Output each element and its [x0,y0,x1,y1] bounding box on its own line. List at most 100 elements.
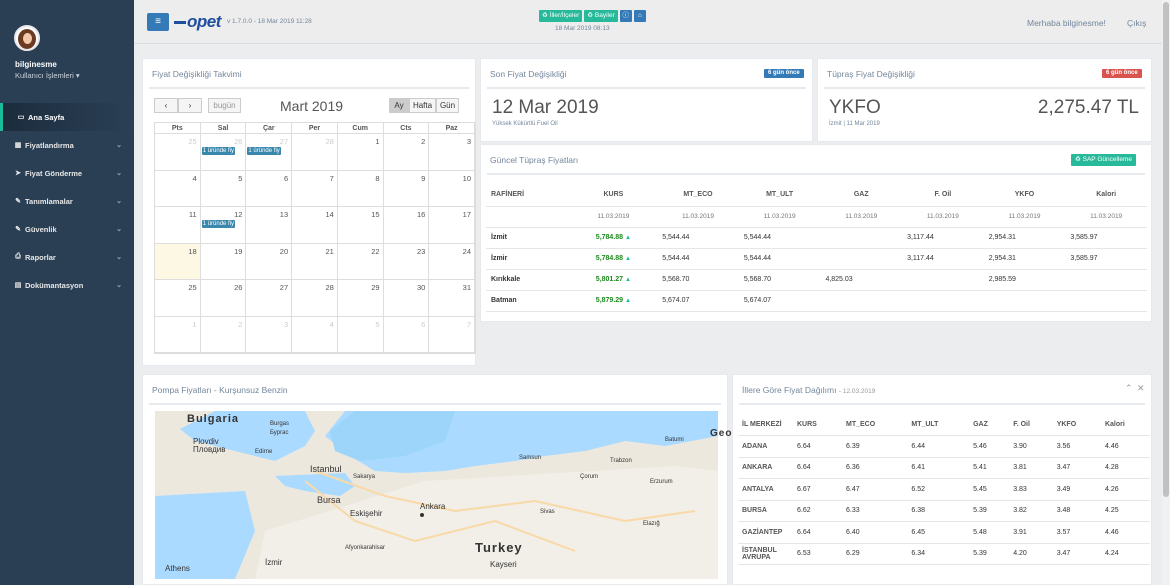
calendar-day[interactable]: 25 [155,280,201,316]
calendar-day[interactable]: 18 [155,243,201,279]
calendar-day[interactable]: 9 [384,170,430,206]
calendar-day-number: 7 [466,319,471,329]
user-ops-menu[interactable]: Kullanıcı İşlemleri ▾ [15,71,80,80]
calendar-day-number: 14 [325,210,334,219]
column-header[interactable]: KURS [793,414,842,436]
column-header[interactable]: MT_ECO [841,414,908,436]
calendar-day[interactable]: 7 [429,316,475,352]
column-header[interactable]: KURS [569,184,658,207]
calendar-day[interactable]: 29 [338,280,384,316]
sidebar-item-fiyat-gonderme[interactable]: ➤ Fiyat Gönderme ⌄ [0,159,134,187]
calendar-day[interactable]: 30 [384,280,430,316]
sidebar-item-raporlar[interactable]: ⎙ Raporlar ⌄ [0,243,134,271]
table-cell: 6.45 [907,521,970,544]
iller-button[interactable]: ♻ İller/İlçeler [539,10,583,22]
table-cell: 3.82 [1009,500,1053,522]
calendar-day[interactable]: 4 [292,316,338,352]
home-button[interactable]: ⌂ [633,10,646,22]
calendar-day[interactable]: 2 [201,316,247,352]
calendar-day[interactable]: 28 [292,280,338,316]
chevron-down-icon: ⌄ [116,142,122,149]
calendar-day[interactable]: 7 [292,170,338,206]
logout-link[interactable]: Çıkış [1127,18,1146,28]
today-button[interactable]: bugün [208,98,241,113]
collapse-icon[interactable]: ⌃ [1125,383,1133,394]
calendar-day[interactable]: 1 [155,316,201,352]
calendar-day[interactable]: 17 [429,207,475,243]
calendar-day[interactable]: 15 [338,207,384,243]
bayiler-button[interactable]: ♻ Bayiler [584,10,618,22]
calendar-day[interactable]: 11 [155,207,201,243]
column-header[interactable]: F. Oil [902,184,984,207]
pump-prices-map[interactable] [155,411,718,579]
column-header[interactable]: Kalori [1100,414,1150,436]
prev-month-button[interactable]: ‹ [154,98,178,113]
calendar-day[interactable]: 2 [384,134,430,170]
calendar-day[interactable]: 14 [292,207,338,243]
calendar-day[interactable]: 21 [292,243,338,279]
column-header[interactable]: İL MERKEZİ [738,414,793,436]
month-view-button[interactable]: Ay [389,98,409,113]
sidebar-item-dokumantasyon[interactable]: ▤ Dokümantasyon ⌄ [0,271,134,299]
column-header[interactable]: YKFO [1052,414,1101,436]
calendar-day[interactable]: 8 [338,170,384,206]
close-icon[interactable]: ✕ [1137,383,1145,394]
calendar-day[interactable]: 5 [338,316,384,352]
calendar-day[interactable]: 6 [246,170,293,206]
calendar-day[interactable]: 27 1 üründe fiy [246,134,293,170]
sidebar-item-fiyatlandirma[interactable]: ▦ Fiyatlandırma ⌄ [0,131,134,159]
column-header[interactable]: RAFİNERİ [486,184,570,207]
sidebar-item-tanimlamalar[interactable]: ✎ Tanımlamalar ⌄ [0,187,134,215]
table-cell [820,227,903,249]
menu-toggle-button[interactable]: ≡ [147,13,169,31]
sidebar-item-guvenlik[interactable]: ✎ Güvenlik ⌄ [0,215,134,243]
last-price-change-panel: Son Fiyat Değişikliği 6 gün önce 12 Mar … [480,58,813,142]
calendar-day[interactable]: 25 [155,134,201,170]
column-header[interactable]: MT_ULT [907,414,970,436]
calendar-day[interactable]: 16 [384,207,430,243]
avatar[interactable] [14,25,40,51]
calendar-day[interactable]: 20 [246,243,293,279]
sidebar-item-label: Fiyatlandırma [25,140,74,150]
calendar-day[interactable]: 27 [246,280,293,316]
calendar-day[interactable]: 28 [292,134,338,170]
calendar-event[interactable]: 1 üründe fiy [247,147,281,155]
calendar-day[interactable]: 26 1 üründe fiy [201,134,247,170]
calendar-day[interactable]: 10 [429,170,475,206]
sap-update-button[interactable]: ♻ SAP Güncelleme [1071,154,1137,166]
column-header[interactable]: GAZ [969,414,1010,436]
calendar-day[interactable]: 1 [338,134,384,170]
sidebar-item-ana-sayfa[interactable]: ▭ Ana Sayfa [0,103,134,131]
page-scrollbar[interactable] [1162,0,1170,585]
calendar-day[interactable]: 24 [429,243,475,279]
calendar-event[interactable]: 1 üründe fiy [201,147,236,155]
next-month-button[interactable]: › [178,98,202,113]
calendar-day[interactable]: 13 [246,207,293,243]
column-header[interactable]: YKFO [983,184,1066,207]
table-cell: 6.36 [841,457,908,479]
calendar-day[interactable]: 5 [201,170,247,206]
calendar-day[interactable]: 22 [338,243,384,279]
calendar-week: 25 26 1 üründe fiy 27 1 üründe fiy 28 1 2 3 [155,134,475,171]
day-view-button[interactable]: Gün [436,98,459,113]
info-button[interactable]: ⓘ [619,10,632,22]
calendar-event[interactable]: 1 üründe fiy [201,220,236,228]
calendar-day[interactable]: 4 [155,170,201,206]
calendar-day[interactable]: 31 [429,280,475,316]
column-header[interactable]: GAZ [820,184,903,207]
calendar-day[interactable]: 26 [201,280,247,316]
column-header[interactable]: MT_ECO [657,184,739,207]
calendar-day-number: 6 [283,173,289,183]
calendar-day[interactable]: 12 1 üründe fiy [201,207,247,243]
calendar-dow: Cts [384,123,430,134]
column-header[interactable]: MT_ULT [738,184,821,207]
calendar-day[interactable]: 3 [429,134,475,170]
calendar-day[interactable]: 23 [384,243,430,279]
calendar-day[interactable]: 6 [384,316,430,352]
chevron-down-icon: ⌄ [116,226,122,233]
calendar-day[interactable]: 3 [246,316,293,352]
week-view-button[interactable]: Hafta [409,98,436,113]
column-header[interactable]: F. Oil [1009,414,1053,436]
column-header[interactable]: Kalori [1065,184,1147,207]
calendar-day[interactable]: 19 [201,243,247,279]
